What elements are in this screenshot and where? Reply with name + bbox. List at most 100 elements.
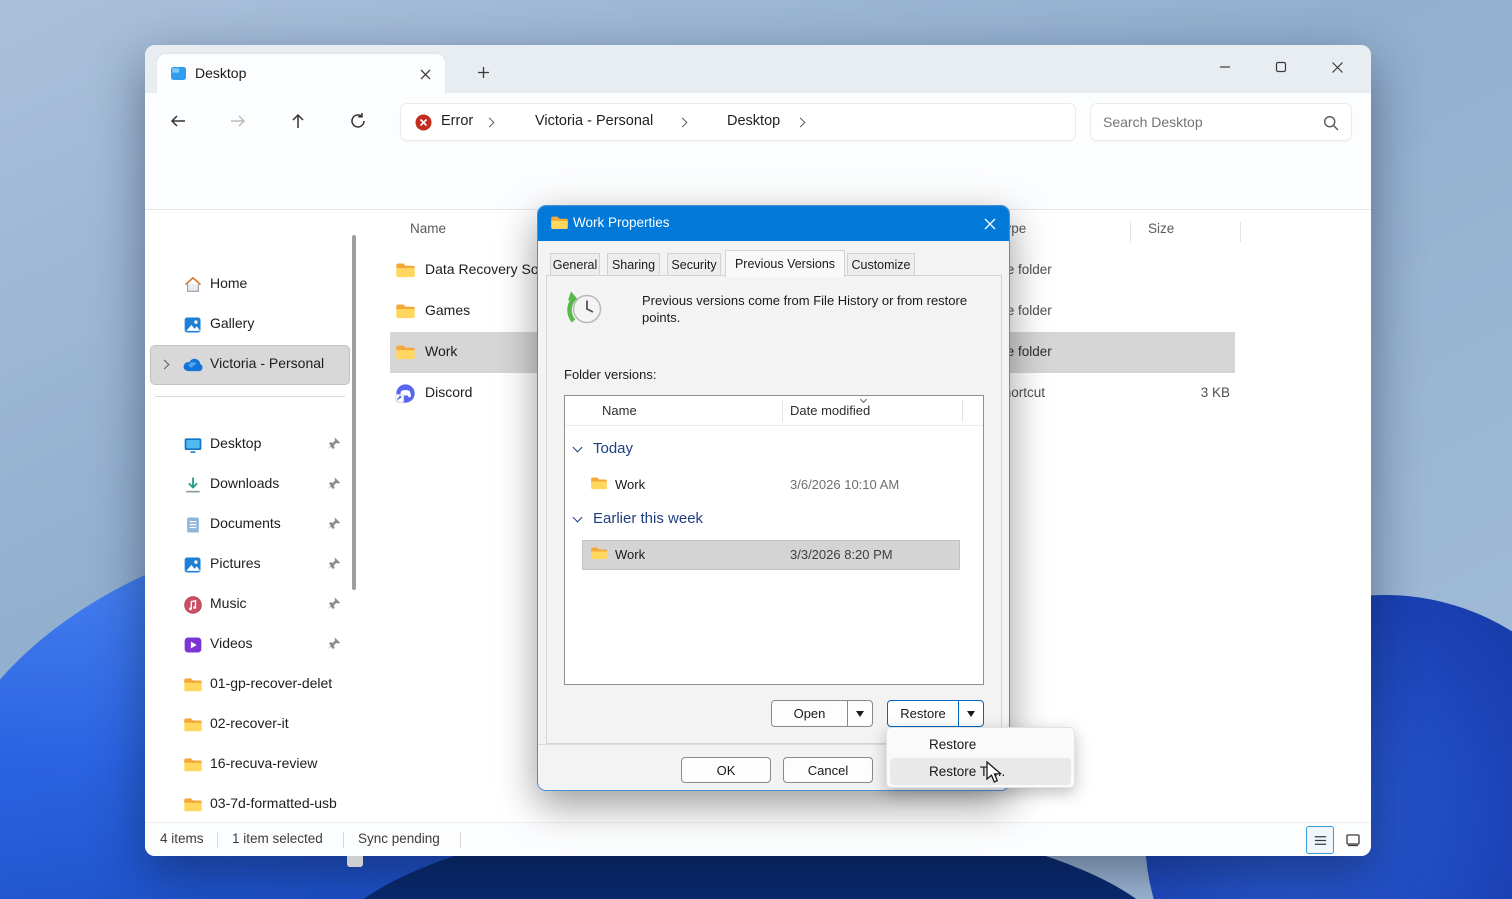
sidebar-item-label: 02-recover-it [210, 715, 289, 731]
videos-icon [183, 635, 203, 655]
restore-dropdown-menu: Restore Restore To... [886, 727, 1075, 788]
folder-versions-list: Name Date modified Today Work 3/6/2026 1… [564, 395, 984, 685]
column-header-name[interactable]: Name [410, 221, 446, 236]
tab-sharing[interactable]: Sharing [607, 253, 660, 276]
forward-icon[interactable] [222, 105, 254, 137]
dialog-close-icon[interactable] [975, 211, 1005, 236]
group-label: Today [593, 440, 633, 457]
minimize-button[interactable] [1197, 51, 1253, 83]
version-group-today[interactable]: Today [565, 438, 983, 462]
details-view-toggle-icon[interactable] [1306, 826, 1334, 854]
music-icon [183, 595, 203, 615]
folder-icon [183, 717, 203, 733]
sidebar-item-label: Documents [210, 515, 281, 531]
sidebar-item-folder[interactable]: 16-recuva-review [145, 745, 360, 785]
restore-dropdown-arrow[interactable] [958, 701, 983, 726]
column-divider[interactable] [1240, 222, 1241, 242]
desktop-icon [183, 435, 203, 455]
previous-versions-clock-icon [563, 288, 607, 332]
documents-icon [183, 515, 203, 535]
restore-split-button[interactable]: Restore [887, 700, 984, 727]
downloads-icon [183, 475, 203, 495]
tab-security[interactable]: Security [667, 253, 721, 276]
column-header-size[interactable]: Size [1148, 221, 1174, 236]
pin-icon [327, 636, 342, 651]
tab-customize[interactable]: Customize [847, 253, 915, 276]
chevron-right-icon[interactable] [796, 118, 806, 128]
cancel-button[interactable]: Cancel [783, 757, 873, 783]
group-collapse-icon[interactable] [573, 513, 583, 523]
pin-icon [327, 436, 342, 451]
search-icon[interactable] [1323, 115, 1339, 131]
previous-versions-info-text: Previous versions come from File History… [642, 292, 990, 326]
header-divider[interactable] [962, 400, 963, 422]
version-row[interactable]: Work 3/6/2026 10:10 AM [565, 472, 983, 500]
address-bar[interactable]: Error Victoria - Personal Desktop [400, 103, 1076, 141]
folder-icon [183, 757, 203, 773]
sidebar-item-folder[interactable]: 01-gp-recover-delet [145, 665, 360, 705]
open-split-button[interactable]: Open [771, 700, 873, 727]
menu-item-restore-to[interactable]: Restore To... [890, 758, 1071, 785]
tab-close-icon[interactable] [415, 64, 435, 84]
search-box[interactable] [1090, 103, 1352, 141]
sidebar-item-downloads[interactable]: Downloads [145, 465, 360, 505]
desktop-folder-icon [170, 65, 187, 82]
refresh-icon[interactable] [342, 105, 374, 137]
sidebar-item-pictures[interactable]: Pictures [145, 545, 360, 585]
dialog-title-bar[interactable]: Work Properties [538, 206, 1009, 241]
search-input[interactable] [1103, 111, 1313, 133]
sidebar-item-documents[interactable]: Documents [145, 505, 360, 545]
discord-icon [395, 383, 416, 404]
new-tab-icon[interactable] [470, 59, 496, 85]
sort-direction-icon [860, 396, 867, 403]
version-group-earlier-this-week[interactable]: Earlier this week [565, 508, 983, 532]
sidebar-item-desktop[interactable]: Desktop [145, 425, 360, 465]
column-divider[interactable] [1130, 222, 1131, 242]
file-name: Discord [425, 384, 472, 400]
command-toolbar: New So [145, 150, 1371, 210]
sidebar-item-label: 16-recuva-review [210, 755, 317, 771]
pin-icon [327, 476, 342, 491]
menu-item-restore[interactable]: Restore [890, 731, 1071, 758]
header-divider[interactable] [782, 400, 783, 422]
sidebar-item-label: Desktop [210, 435, 261, 451]
folder-icon [183, 677, 203, 693]
folder-versions-label: Folder versions: [564, 367, 656, 382]
file-name: Games [425, 302, 470, 318]
chevron-right-icon[interactable] [678, 118, 688, 128]
folder-icon [590, 476, 608, 491]
versions-list-header: Name Date modified [565, 396, 983, 426]
thumbnail-view-toggle-icon[interactable] [1339, 826, 1367, 854]
pictures-icon [183, 555, 203, 575]
status-bar: 4 items 1 item selected Sync pending [145, 822, 1371, 856]
breadcrumb-item[interactable]: Victoria - Personal [535, 113, 653, 129]
breadcrumb-item[interactable]: Desktop [727, 113, 780, 129]
close-window-button[interactable] [1309, 51, 1365, 83]
pin-icon [327, 556, 342, 571]
sidebar-item-label: Pictures [210, 555, 261, 571]
pin-icon [327, 596, 342, 611]
versions-column-date[interactable]: Date modified [790, 403, 870, 418]
chevron-right-icon[interactable] [485, 118, 495, 128]
open-dropdown-arrow[interactable] [847, 701, 872, 726]
tab-desktop[interactable]: Desktop [157, 54, 445, 93]
sidebar-item-videos[interactable]: Videos [145, 625, 360, 665]
sidebar-item-folder[interactable]: 03-7d-formatted-usb [145, 785, 360, 825]
tab-previous-versions[interactable]: Previous Versions [725, 250, 845, 277]
sidebar-item-music[interactable]: Music [145, 585, 360, 625]
breadcrumb-error[interactable]: Error [441, 113, 473, 129]
work-properties-dialog: Work Properties General Sharing Security… [537, 205, 1010, 791]
tab-title: Desktop [195, 65, 246, 81]
file-size: 3 KB [1165, 385, 1230, 400]
maximize-button[interactable] [1253, 51, 1309, 83]
desktop-screen: Desktop [0, 0, 1512, 899]
version-row-selected[interactable]: Work 3/3/2026 8:20 PM [565, 540, 983, 570]
sidebar-item-folder[interactable]: 02-recover-it [145, 705, 360, 745]
folder-icon [395, 303, 416, 320]
ok-button[interactable]: OK [681, 757, 771, 783]
back-icon[interactable] [162, 105, 194, 137]
up-icon[interactable] [282, 105, 314, 137]
versions-column-name[interactable]: Name [602, 403, 637, 418]
tab-general[interactable]: General [550, 253, 600, 276]
group-collapse-icon[interactable] [573, 443, 583, 453]
